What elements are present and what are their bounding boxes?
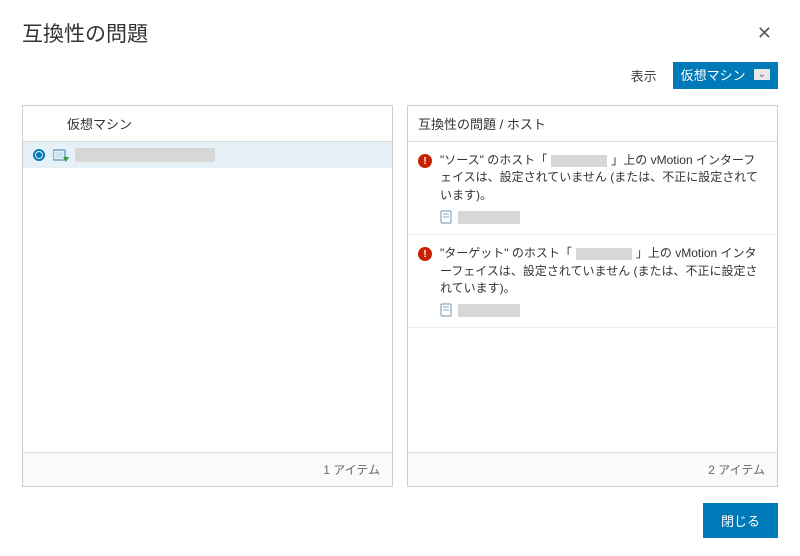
issues-panel-body: ! "ソース" のホスト「」上の vMotion インターフェイスは、設定されて… bbox=[408, 142, 777, 452]
filter-show-label: 表示 bbox=[631, 66, 657, 85]
host-name-redacted bbox=[576, 248, 632, 260]
issue-top: ! "ターゲット" のホスト「」上の vMotion インターフェイスは、設定さ… bbox=[418, 245, 765, 297]
host-value-redacted bbox=[458, 211, 520, 224]
filter-selected-value: 仮想マシン bbox=[681, 65, 746, 84]
error-icon: ! bbox=[418, 247, 432, 261]
host-row bbox=[440, 210, 765, 224]
vm-panel-body bbox=[23, 142, 392, 452]
dialog-header: 互換性の問題 ✕ bbox=[22, 18, 778, 48]
issues-panel-footer: 2 アイテム bbox=[408, 452, 777, 486]
error-icon: ! bbox=[418, 154, 432, 168]
issue-text: "ターゲット" のホスト「」上の vMotion インターフェイスは、設定されて… bbox=[440, 245, 765, 297]
issue-item: ! "ターゲット" のホスト「」上の vMotion インターフェイスは、設定さ… bbox=[408, 235, 777, 328]
issue-prefix: "ターゲット" のホスト「 bbox=[440, 246, 572, 260]
issues-panel: 互換性の問題 / ホスト ! "ソース" のホスト「」上の vMotion イン… bbox=[407, 105, 778, 487]
close-button[interactable]: 閉じる bbox=[703, 503, 778, 538]
host-name-redacted bbox=[551, 155, 607, 167]
vm-name-redacted bbox=[75, 148, 215, 162]
chevron-down-icon: ⌄ bbox=[754, 69, 770, 80]
vm-panel-header: 仮想マシン bbox=[23, 106, 392, 142]
issue-item: ! "ソース" のホスト「」上の vMotion インターフェイスは、設定されて… bbox=[408, 142, 777, 235]
issue-text: "ソース" のホスト「」上の vMotion インターフェイスは、設定されていま… bbox=[440, 152, 765, 204]
close-icon[interactable]: ✕ bbox=[751, 21, 778, 46]
dialog-title: 互換性の問題 bbox=[22, 18, 148, 48]
vm-panel-footer: 1 アイテム bbox=[23, 452, 392, 486]
filter-row: 表示 仮想マシン ⌄ bbox=[22, 62, 778, 89]
host-value-redacted bbox=[458, 304, 520, 317]
filter-dropdown[interactable]: 仮想マシン ⌄ bbox=[673, 62, 778, 89]
vm-icon bbox=[53, 149, 67, 161]
dialog-footer: 閉じる bbox=[22, 487, 778, 538]
issues-panel-header: 互換性の問題 / ホスト bbox=[408, 106, 777, 142]
host-row bbox=[440, 303, 765, 317]
host-icon bbox=[440, 210, 452, 224]
compatibility-dialog: 互換性の問題 ✕ 表示 仮想マシン ⌄ 仮想マシン bbox=[0, 0, 800, 556]
host-icon bbox=[440, 303, 452, 317]
panels-container: 仮想マシン 1 アイテム 互換性の問題 / ホスト bbox=[22, 105, 778, 487]
vm-row[interactable] bbox=[23, 142, 392, 168]
issue-prefix: "ソース" のホスト「 bbox=[440, 153, 547, 167]
issue-top: ! "ソース" のホスト「」上の vMotion インターフェイスは、設定されて… bbox=[418, 152, 765, 204]
radio-selected-icon[interactable] bbox=[33, 149, 45, 161]
vm-panel: 仮想マシン 1 アイテム bbox=[22, 105, 393, 487]
